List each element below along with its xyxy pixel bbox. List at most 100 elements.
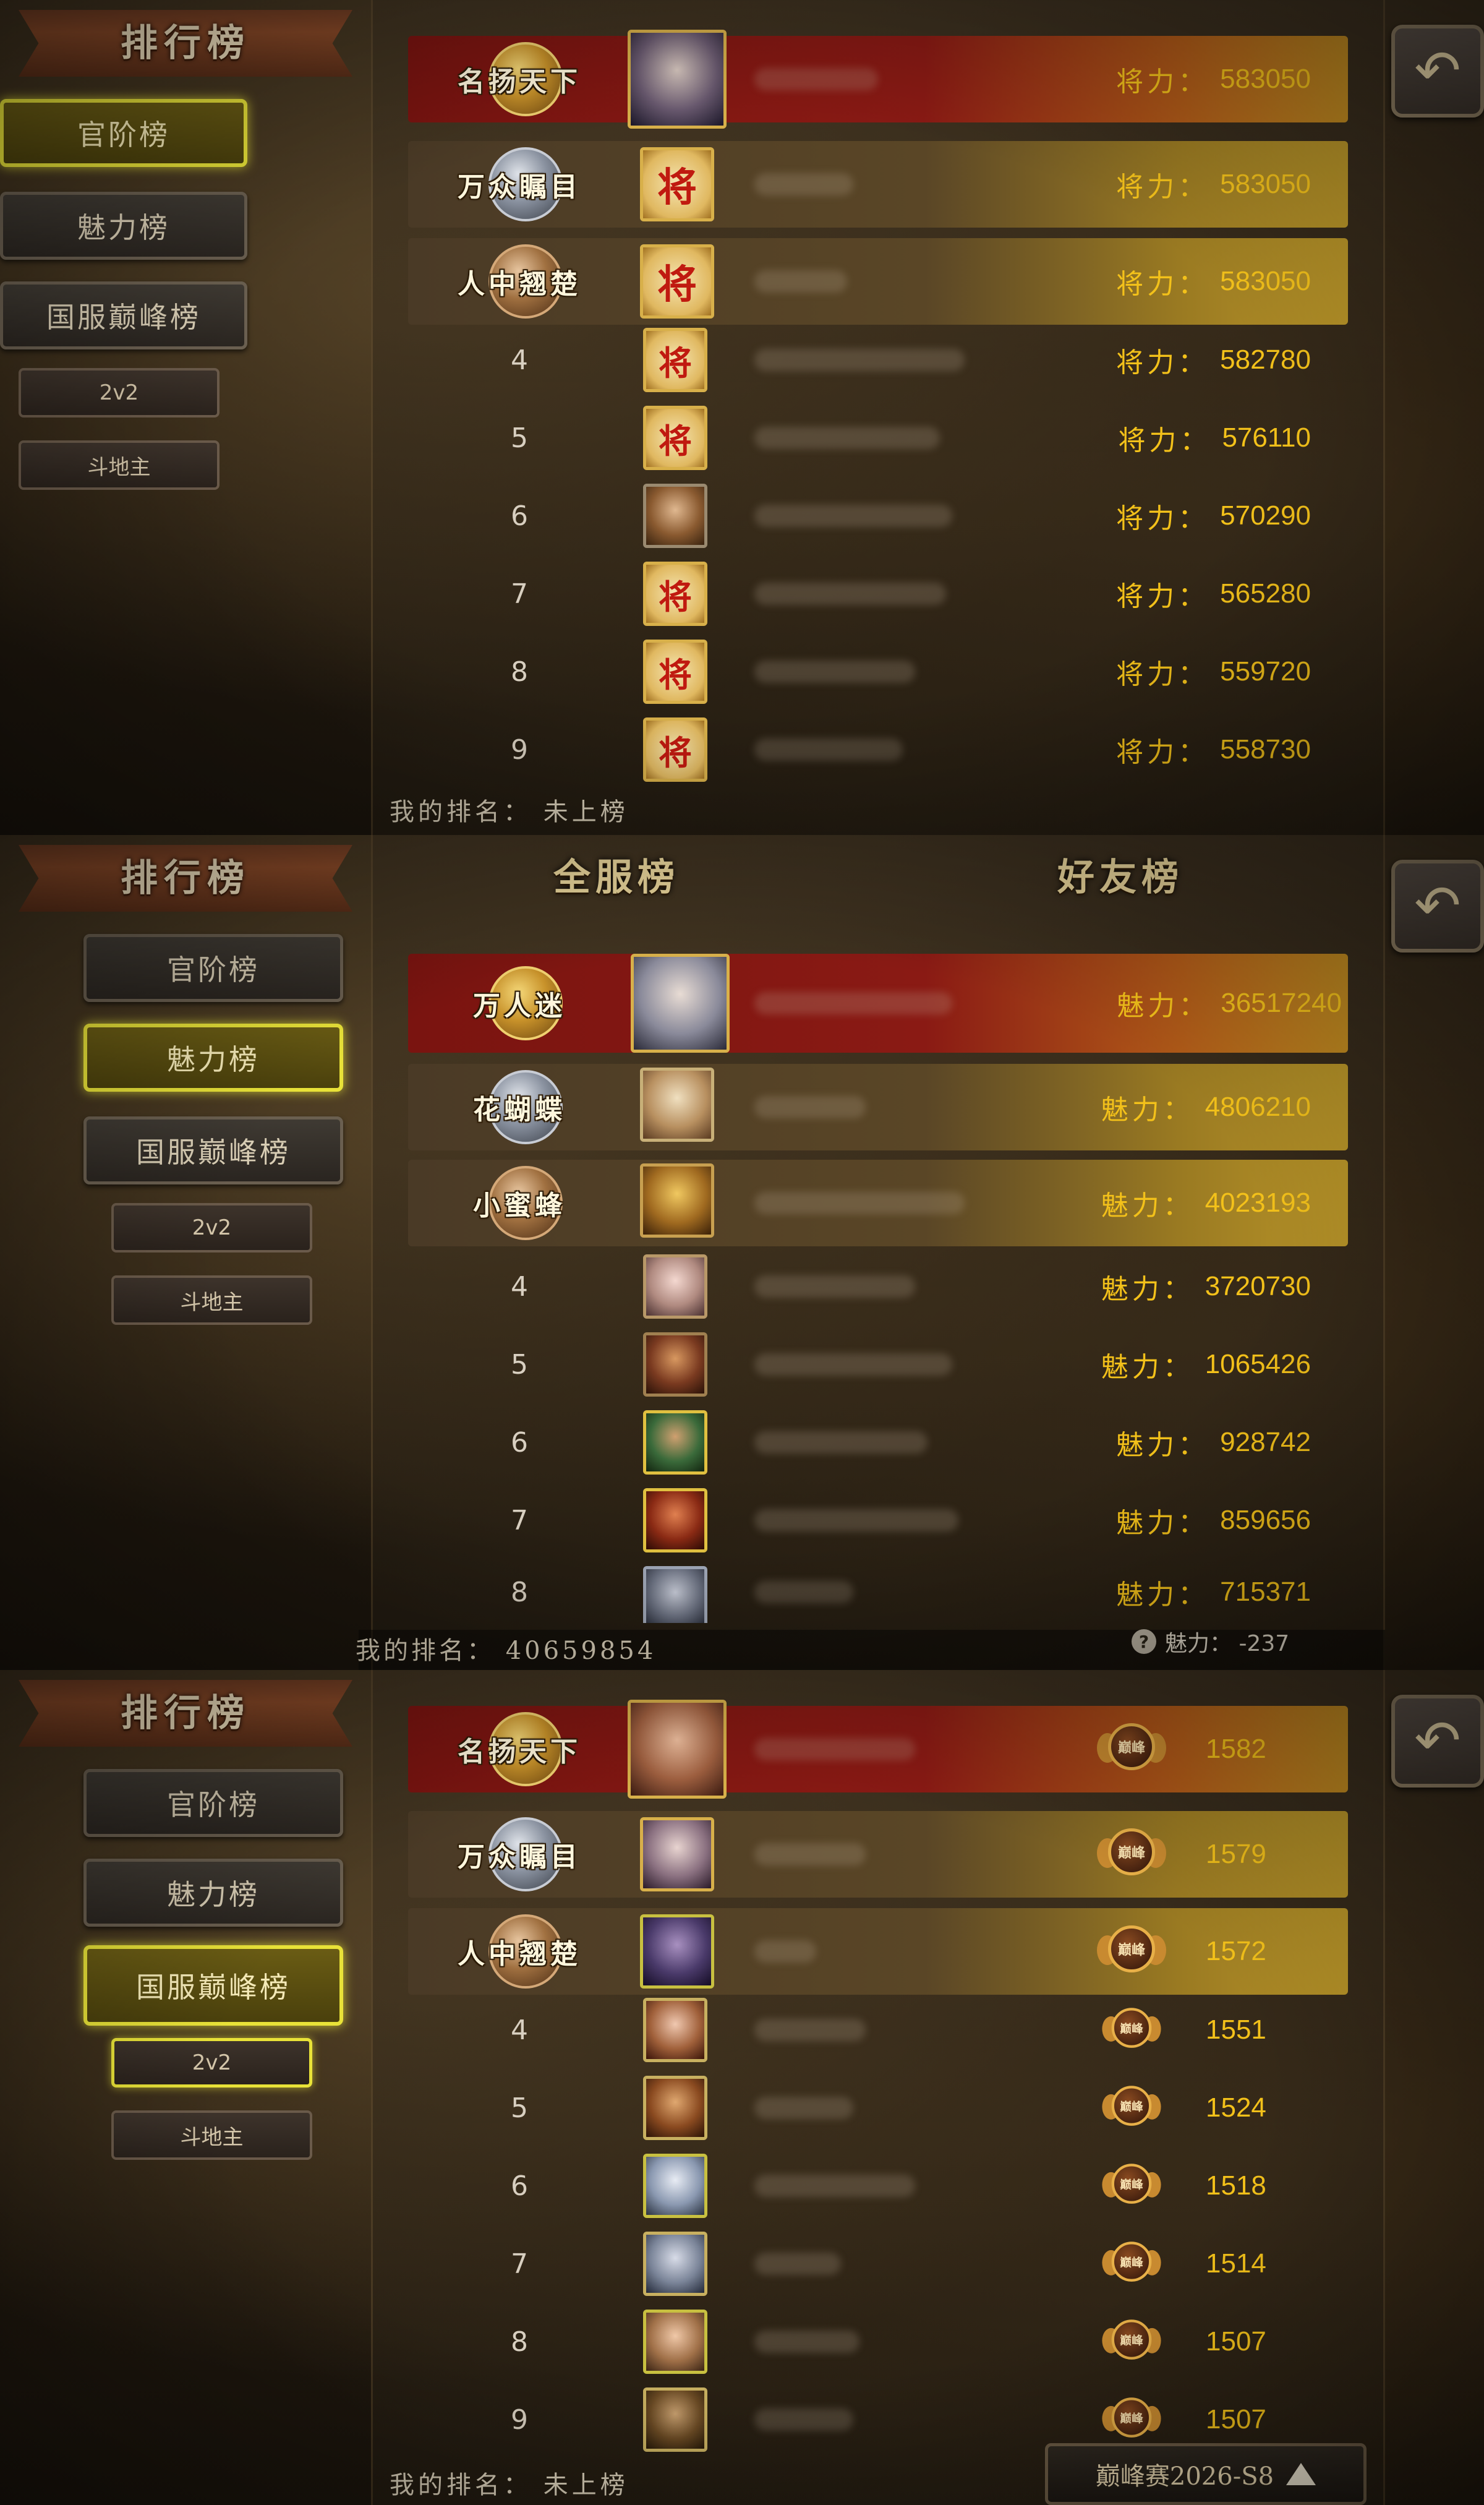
avatar[interactable]: 将: [643, 640, 707, 704]
rank-row[interactable]: 5 将 将力： 576110: [408, 401, 1348, 475]
nav-2v2[interactable]: 2v2: [19, 368, 220, 417]
power-stat: 将力： 565280: [1116, 578, 1311, 612]
nav-charm-rank[interactable]: 魅力榜: [83, 1024, 343, 1092]
avatar[interactable]: 将: [643, 562, 707, 626]
rank-row[interactable]: 6 巅峰 1518: [408, 2149, 1348, 2223]
player-name: [754, 2175, 915, 2197]
avatar[interactable]: [643, 1254, 707, 1319]
nav-peak-rank[interactable]: 国服巅峰榜: [83, 1116, 343, 1184]
nav-official-rank[interactable]: 官阶榜: [83, 1769, 343, 1837]
peak-score: 1579: [1206, 1839, 1266, 1869]
avatar[interactable]: [640, 1163, 714, 1238]
leaderboard-panel-peak: 排行榜 ↶ 官阶榜 魅力榜 国服巅峰榜 2v2 斗地主 名扬天下 巅峰 1582…: [0, 1670, 1484, 2505]
avatar[interactable]: [643, 2232, 707, 2296]
nav-official-rank[interactable]: 官阶榜: [83, 934, 343, 1002]
player-name: [754, 505, 952, 527]
rank-number: 6: [511, 2170, 528, 2202]
avatar[interactable]: [631, 954, 730, 1053]
avatar[interactable]: [643, 1410, 707, 1475]
nav-landlord[interactable]: 斗地主: [111, 1275, 312, 1325]
player-name: [754, 2409, 853, 2431]
rank-row[interactable]: 4 魅力： 3720730: [408, 1249, 1348, 1324]
avatar[interactable]: [628, 30, 727, 129]
rank-row[interactable]: 7 魅力： 859656: [408, 1483, 1348, 1557]
nav-peak-rank[interactable]: 国服巅峰榜: [83, 1945, 343, 2026]
rank-row[interactable]: 6 将力： 570290: [408, 479, 1348, 553]
nav-2v2[interactable]: 2v2: [111, 2038, 312, 2088]
tab-all-server[interactable]: 全服榜: [553, 847, 680, 901]
my-rank-label: 我的排名： 未上榜: [390, 2471, 629, 2499]
player-name: [754, 1738, 915, 1760]
avatar[interactable]: [640, 1068, 714, 1142]
player-name: [754, 992, 952, 1014]
avatar[interactable]: [643, 1488, 707, 1552]
season-selector[interactable]: 巅峰赛2026-S8: [1045, 2443, 1367, 2505]
player-name: [754, 739, 903, 761]
rank-row[interactable]: 9 将 将力： 558730: [408, 713, 1348, 787]
avatar[interactable]: [643, 2076, 707, 2140]
rank-row-3[interactable]: 小蜜蜂 魅力： 4023193: [408, 1160, 1348, 1246]
nav-peak-rank[interactable]: 国服巅峰榜: [0, 281, 247, 349]
rank-row[interactable]: 5 巅峰 1524: [408, 2071, 1348, 2145]
page-title: 排行榜: [19, 845, 352, 912]
rank-row[interactable]: 5 魅力： 1065426: [408, 1327, 1348, 1402]
rank-row[interactable]: 6 魅力： 928742: [408, 1405, 1348, 1479]
rank-number: 4: [511, 1270, 528, 1303]
avatar[interactable]: [643, 2154, 707, 2218]
player-name: [754, 1940, 816, 1963]
avatar[interactable]: [628, 1700, 727, 1799]
rank-row[interactable]: 7 将 将力： 565280: [408, 557, 1348, 631]
avatar[interactable]: 将: [643, 328, 707, 392]
charm-stat: 魅力： 4806210: [1101, 1092, 1311, 1126]
rank-row[interactable]: 8 巅峰 1507: [408, 2305, 1348, 2379]
back-button[interactable]: ↶: [1391, 1695, 1484, 1788]
tab-friends[interactable]: 好友榜: [1057, 847, 1183, 901]
avatar[interactable]: 将: [640, 147, 714, 221]
rank-row[interactable]: 4 将 将力： 582780: [408, 323, 1348, 397]
rank-row-2[interactable]: 花蝴蝶 魅力： 4806210: [408, 1064, 1348, 1150]
avatar[interactable]: 将: [643, 717, 707, 782]
avatar[interactable]: [643, 2310, 707, 2374]
avatar[interactable]: [643, 1566, 707, 1623]
avatar[interactable]: [643, 1332, 707, 1397]
rank-row[interactable]: 8 将 将力： 559720: [408, 635, 1348, 709]
back-arrow-icon: ↶: [1414, 873, 1461, 938]
peak-emblem-icon: 巅峰: [1100, 2154, 1163, 2217]
avatar[interactable]: [643, 1998, 707, 2062]
player-name: [754, 1096, 866, 1118]
rank-row-3[interactable]: 人中翘楚 将 将力： 583050: [408, 238, 1348, 325]
player-name: [754, 1581, 853, 1603]
nav-official-rank[interactable]: 官阶榜: [0, 99, 247, 167]
rank-row-1[interactable]: 名扬天下 巅峰 1582: [408, 1700, 1348, 1799]
avatar[interactable]: [643, 2387, 707, 2452]
nav-charm-rank[interactable]: 魅力榜: [83, 1859, 343, 1927]
back-button[interactable]: ↶: [1391, 860, 1484, 953]
rank-row[interactable]: 7 巅峰 1514: [408, 2227, 1348, 2301]
rank-number: 7: [511, 2248, 528, 2280]
charm-stat: 魅力： 928742: [1116, 1427, 1311, 1461]
charm-stat: 魅力： 715371: [1116, 1577, 1311, 1611]
player-name: [754, 1509, 958, 1531]
avatar[interactable]: 将: [643, 406, 707, 470]
rank-row[interactable]: 4 巅峰 1551: [408, 1993, 1348, 2067]
nav-2v2[interactable]: 2v2: [111, 1203, 312, 1252]
nav-charm-rank[interactable]: 魅力榜: [0, 192, 247, 260]
rank-row[interactable]: 8 魅力： 715371: [408, 1561, 1348, 1623]
avatar[interactable]: [640, 1817, 714, 1891]
help-icon[interactable]: ?: [1132, 1629, 1156, 1654]
avatar[interactable]: 将: [640, 244, 714, 319]
player-name: [754, 2097, 853, 2119]
rank-number: 5: [511, 422, 528, 454]
rank-row-3[interactable]: 人中翘楚 巅峰 1572: [408, 1908, 1348, 1995]
avatar[interactable]: [640, 1914, 714, 1989]
rank-row-2[interactable]: 万众瞩目 将 将力： 583050: [408, 141, 1348, 228]
nav-landlord[interactable]: 斗地主: [111, 2110, 312, 2160]
rank-row-2[interactable]: 万众瞩目 巅峰 1579: [408, 1811, 1348, 1898]
rank-row-1[interactable]: 名扬天下 将力： 583050: [408, 30, 1348, 129]
avatar[interactable]: [643, 484, 707, 548]
rank-row-1[interactable]: 万人迷 魅力： 36517240: [408, 954, 1348, 1053]
back-button[interactable]: ↶: [1391, 25, 1484, 118]
nav-landlord[interactable]: 斗地主: [19, 440, 220, 490]
power-stat: 将力： 558730: [1116, 734, 1311, 768]
rank-medal-gold: 名扬天下: [420, 42, 618, 116]
